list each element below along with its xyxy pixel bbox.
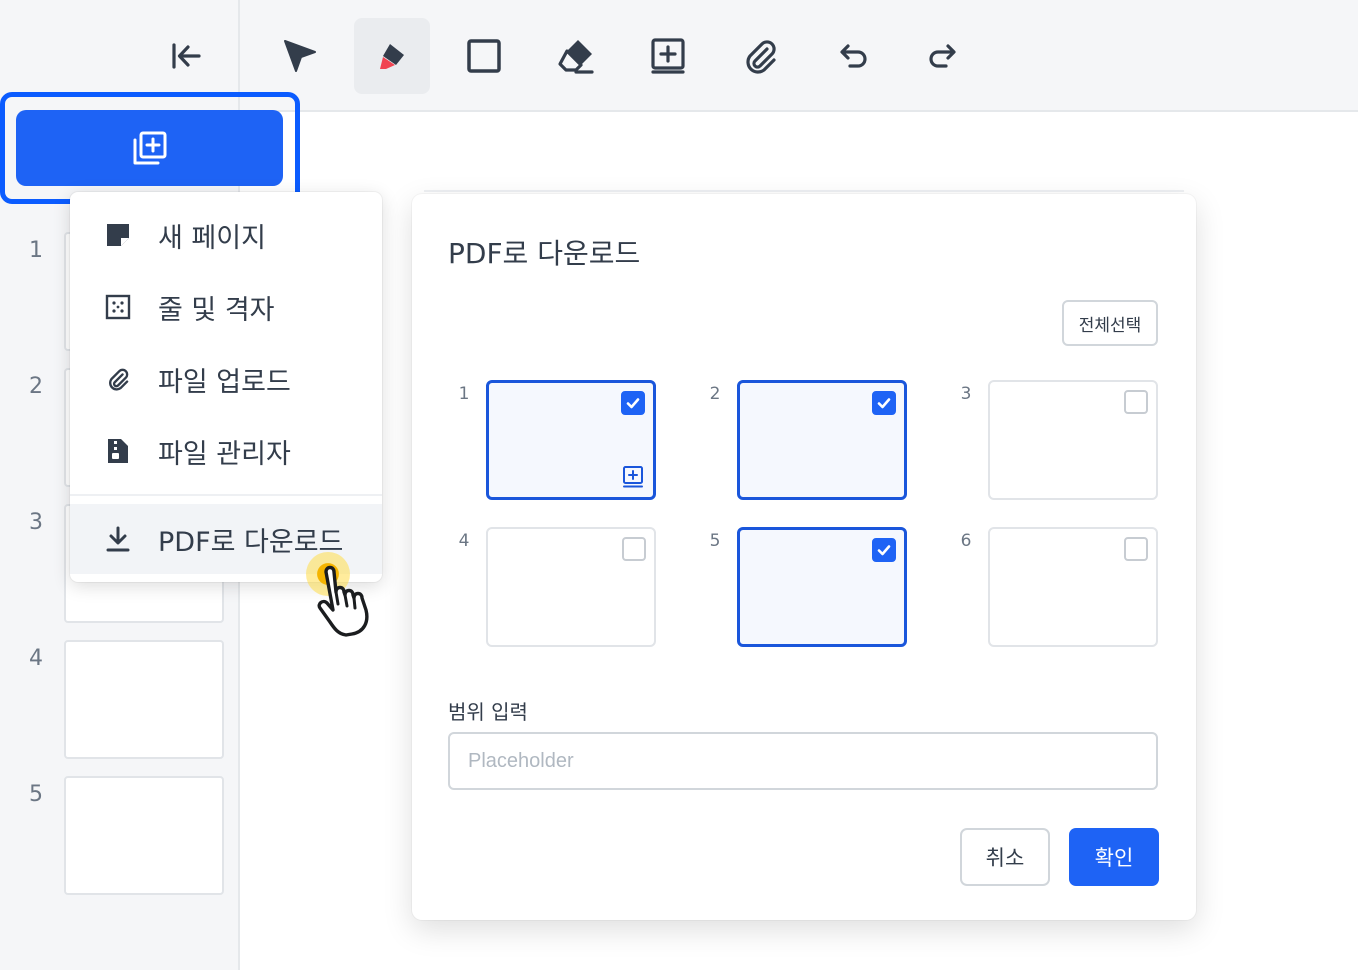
eraser-tool-button[interactable] (538, 18, 614, 94)
add-box-icon (651, 38, 685, 74)
page-number: 4 (29, 646, 43, 671)
undo-icon (840, 44, 867, 68)
page-number: 5 (29, 782, 43, 807)
attach-tool-button[interactable] (722, 18, 798, 94)
menu-item-file-manager[interactable]: 파일 관리자 (70, 416, 382, 486)
redo-button[interactable] (906, 18, 982, 94)
menu-item-lines-grid[interactable]: 줄 및 격자 (70, 272, 382, 342)
page-number: 1 (29, 238, 43, 263)
page-number: 2 (29, 374, 43, 399)
download-icon (104, 525, 132, 553)
app-window: 1 2 3 4 5 새 페이지 줄 및 격자 파일 업로드 파일 관리자 PDF… (0, 0, 1358, 970)
add-page-icon (133, 131, 166, 165)
select-tool-button[interactable] (262, 18, 338, 94)
rectangle-icon (467, 39, 501, 73)
add-page-menu: 새 페이지 줄 및 격자 파일 업로드 파일 관리자 PDF로 다운로드 (70, 192, 382, 582)
pen-tool-button[interactable] (354, 18, 430, 94)
grid-page-2[interactable] (737, 380, 907, 500)
add-page-button[interactable] (16, 110, 283, 186)
check-icon (626, 398, 640, 409)
page-thumbnail-4[interactable] (64, 640, 224, 759)
confirm-button[interactable]: 확인 (1069, 828, 1159, 886)
page-checkbox[interactable] (622, 537, 646, 561)
grid-page-4[interactable] (486, 527, 656, 647)
paperclip-icon (104, 365, 132, 393)
pdf-download-dialog: PDF로 다운로드 전체선택 1 2 3 4 5 6 범위 입력 Placeho… (412, 194, 1196, 920)
page-number: 3 (29, 510, 43, 535)
check-icon (877, 398, 891, 409)
grid-page-1[interactable] (486, 380, 656, 500)
grid-page-3[interactable] (988, 380, 1158, 500)
grid-page-number: 2 (709, 384, 721, 404)
menu-item-label: 파일 관리자 (158, 438, 291, 470)
add-box-tool-button[interactable] (630, 18, 706, 94)
check-icon (877, 545, 891, 556)
menu-item-label: 새 페이지 (158, 222, 266, 254)
paperclip-icon (746, 40, 776, 74)
rectangle-tool-button[interactable] (446, 18, 522, 94)
grid-page-6[interactable] (988, 527, 1158, 647)
canvas-divider (424, 190, 1184, 192)
menu-item-new-page[interactable]: 새 페이지 (70, 200, 382, 270)
page-checkbox[interactable] (872, 538, 896, 562)
grid-page-5[interactable] (737, 527, 907, 647)
page-thumbnail-5[interactable] (64, 776, 224, 895)
collapse-left-icon (172, 43, 201, 69)
grid-page-number: 5 (709, 531, 721, 551)
eraser-icon (558, 40, 594, 74)
add-box-icon (623, 466, 643, 488)
dialog-title: PDF로 다운로드 (448, 237, 641, 270)
page-checkbox[interactable] (872, 391, 896, 415)
menu-item-file-upload[interactable]: 파일 업로드 (70, 344, 382, 414)
menu-item-label: PDF로 다운로드 (158, 526, 344, 558)
menu-item-label: 파일 업로드 (158, 366, 291, 398)
undo-button[interactable] (814, 18, 890, 94)
redo-icon (929, 44, 956, 68)
page-checkbox[interactable] (1124, 390, 1148, 414)
grid-page-number: 1 (458, 384, 470, 404)
hand-pointer-icon (317, 565, 369, 637)
toolbar (240, 0, 1358, 112)
page-checkbox[interactable] (1124, 537, 1148, 561)
note-icon (104, 221, 132, 249)
range-input[interactable] (448, 732, 1158, 790)
select-arrow-icon (284, 40, 316, 72)
select-all-button[interactable]: 전체선택 (1062, 300, 1158, 346)
grid-icon (104, 293, 132, 321)
menu-item-label: 줄 및 격자 (158, 294, 275, 326)
grid-page-number: 6 (960, 531, 972, 551)
pen-icon (380, 44, 404, 69)
zip-file-icon (104, 437, 132, 465)
cancel-button[interactable]: 취소 (960, 828, 1050, 886)
collapse-sidebar-button[interactable] (168, 38, 204, 74)
page-checkbox[interactable] (621, 391, 645, 415)
range-input-label: 범위 입력 (448, 700, 528, 724)
grid-page-number: 4 (458, 531, 470, 551)
grid-page-number: 3 (960, 384, 972, 404)
menu-divider (70, 494, 382, 496)
